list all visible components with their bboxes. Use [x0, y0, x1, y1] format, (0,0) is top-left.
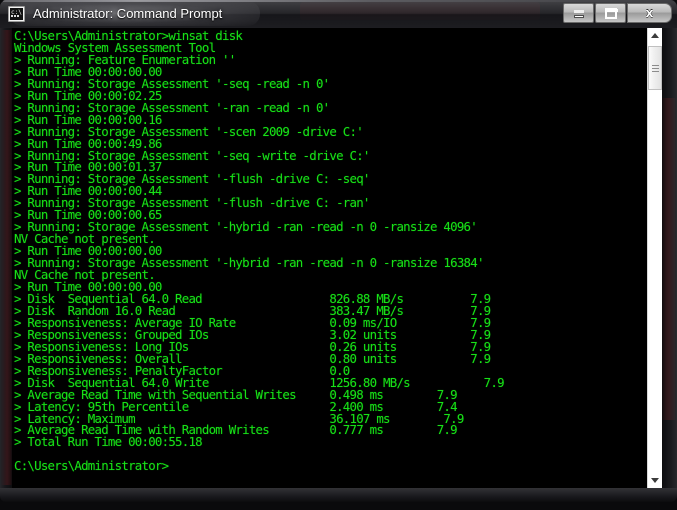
scrollbar-thumb-grip	[652, 65, 659, 72]
console-output: C:\Users\Administrator>winsat disk Windo…	[14, 28, 505, 474]
maximize-button[interactable]	[595, 3, 626, 23]
scrollbar-thumb[interactable]	[648, 46, 662, 90]
minimize-icon	[573, 15, 584, 18]
window-left-border	[0, 28, 12, 488]
window-right-border	[662, 28, 677, 488]
titlebar-highlight-line	[3, 0, 674, 2]
maximize-icon	[604, 8, 618, 19]
console-client-area[interactable]: C:\Users\Administrator>winsat disk Windo…	[12, 28, 660, 488]
scroll-down-triangle	[651, 478, 659, 483]
desktop-backdrop: c:\ Administrator: Command Prompt x C:\U…	[0, 0, 677, 510]
minimize-button[interactable]	[563, 3, 594, 23]
scroll-up-arrow-icon[interactable]	[648, 28, 662, 43]
console-icon-dots	[11, 15, 20, 17]
window-title: Administrator: Command Prompt	[33, 6, 223, 21]
console-scrollbar[interactable]	[647, 28, 662, 488]
window-titlebar[interactable]: c:\ Administrator: Command Prompt x	[0, 0, 677, 28]
window-bottom-border	[0, 488, 677, 502]
console-icon[interactable]: c:\	[8, 6, 25, 22]
close-icon: x	[645, 5, 654, 20]
minimize-icon-top	[573, 10, 584, 13]
scroll-up-triangle	[651, 33, 659, 38]
scroll-down-arrow-icon[interactable]	[648, 473, 662, 488]
command-prompt-window: c:\ Administrator: Command Prompt x C:\U…	[0, 0, 677, 502]
close-button[interactable]: x	[627, 3, 672, 23]
